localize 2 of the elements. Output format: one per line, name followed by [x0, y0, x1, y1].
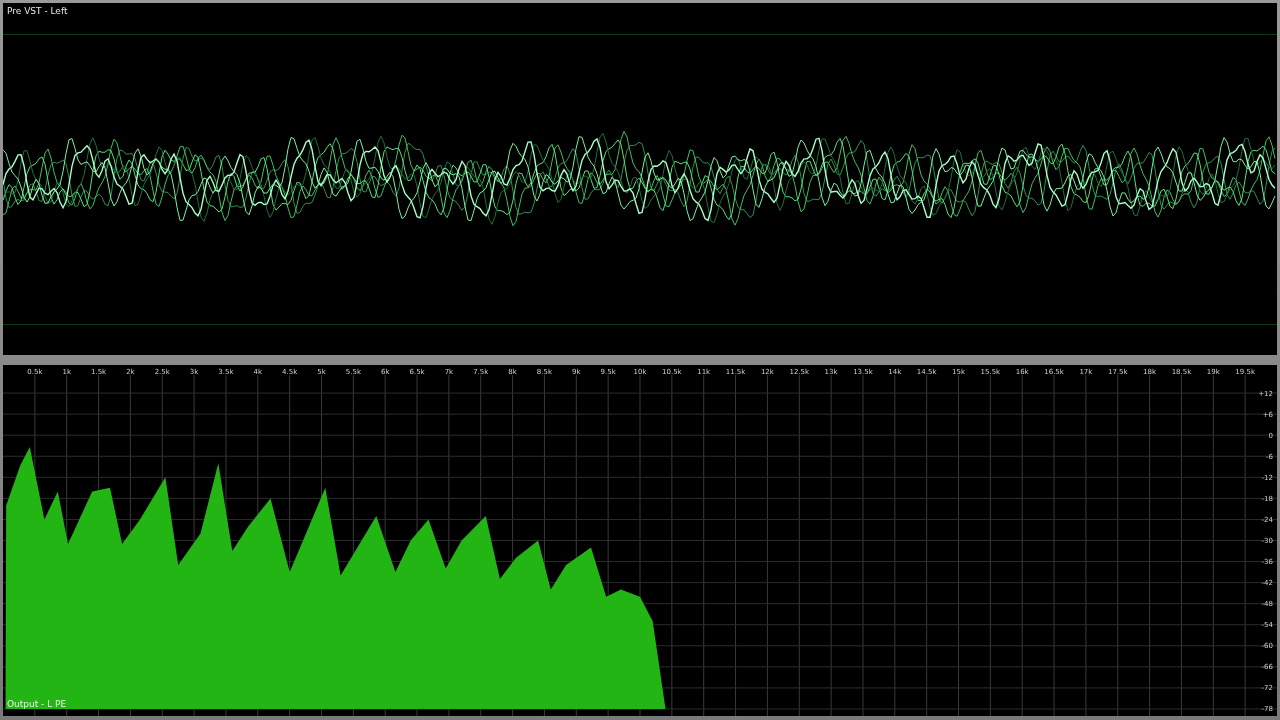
panel-title: Pre VST - Left	[7, 6, 68, 16]
panel-label: Output - L PE	[7, 699, 67, 709]
